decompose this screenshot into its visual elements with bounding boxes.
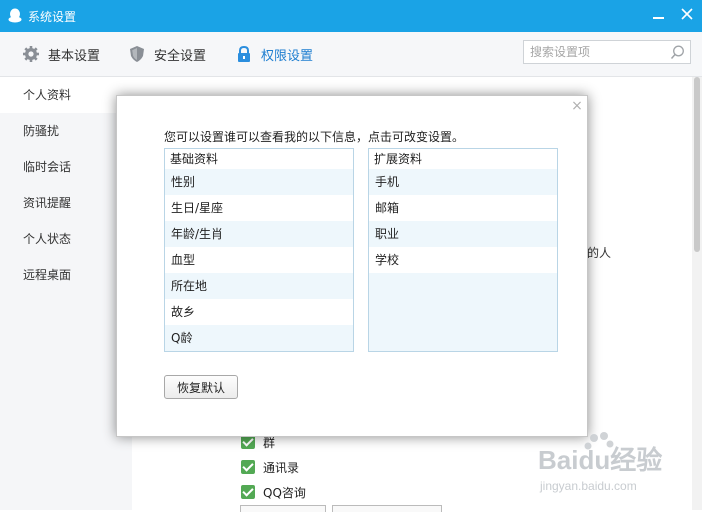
checkbox-checked[interactable] <box>241 485 255 499</box>
sidebar-item-personal-status[interactable]: 个人状态 <box>0 221 132 257</box>
list-item[interactable]: 手机 <box>369 169 557 195</box>
list-header: 扩展资料 <box>369 149 557 169</box>
content-scrollbar[interactable] <box>692 77 702 510</box>
search-icon[interactable] <box>670 45 685 60</box>
lock-icon <box>238 45 250 62</box>
window-title: 系统设置 <box>28 10 77 24</box>
sidebar-item-news-reminder[interactable]: 资讯提醒 <box>0 185 132 221</box>
tab-label: 安全设置 <box>154 48 207 64</box>
checkbox-checked[interactable] <box>241 435 255 449</box>
settings-toolbar: 基本设置 安全设置 权限设置 <box>0 32 702 77</box>
qq-penguin-icon <box>8 8 22 23</box>
title-bar[interactable]: 系统设置 <box>0 0 702 32</box>
basic-info-list: 基础资料 性别 生日/星座 年龄/生肖 血型 所在地 故乡 Q龄 <box>164 148 354 352</box>
close-window-button[interactable] <box>680 7 694 21</box>
tab-label: 权限设置 <box>261 48 314 64</box>
scrollbar-thumb[interactable] <box>694 77 700 252</box>
checkbox-contacts[interactable]: 通讯录 <box>241 458 299 476</box>
settings-sidebar: 个人资料 防骚扰 临时会话 资讯提醒 个人状态 远程桌面 <box>0 77 132 510</box>
sidebar-item-profile[interactable]: 个人资料 <box>0 77 132 113</box>
sidebar-item-remote-desktop[interactable]: 远程桌面 <box>0 257 132 293</box>
list-item[interactable]: 职业 <box>369 221 557 247</box>
list-item[interactable]: 故乡 <box>165 299 353 325</box>
checkbox-label: QQ咨询 <box>263 485 306 500</box>
bottom-button-partial[interactable] <box>240 505 326 512</box>
shield-icon <box>130 46 144 62</box>
list-item[interactable]: 所在地 <box>165 273 353 299</box>
baidu-jingyan-watermark: Baidu经验 jingyan.baidu.com <box>538 432 662 493</box>
list-item[interactable]: 性别 <box>165 169 353 195</box>
bottom-button-partial[interactable] <box>332 505 442 512</box>
restore-default-button[interactable]: 恢复默认 <box>164 375 238 399</box>
search-input[interactable] <box>530 44 666 60</box>
extended-info-list: 扩展资料 手机 邮箱 职业 学校 <box>368 148 558 352</box>
list-item[interactable]: 生日/星座 <box>165 195 353 221</box>
gear-icon <box>23 46 39 62</box>
list-item[interactable]: 血型 <box>165 247 353 273</box>
search-box[interactable] <box>523 40 691 64</box>
checkbox-label: 通讯录 <box>263 460 300 475</box>
close-icon[interactable]: × <box>571 99 583 113</box>
tab-security-settings[interactable]: 安全设置 <box>128 44 206 64</box>
profile-visibility-dialog: × 您可以设置谁可以查看我的以下信息，点击可改变设置。 基础资料 性别 生日/星… <box>116 95 588 437</box>
settings-window: 系统设置 基本设置 安全设置 权限设置 搜索设置项 个人资料 防骚扰 临时会话 … <box>0 0 702 512</box>
sidebar-item-temp-session[interactable]: 临时会话 <box>0 149 132 185</box>
checkbox-qq-consult[interactable]: QQ咨询 <box>241 483 306 501</box>
minimize-button[interactable] <box>652 6 666 24</box>
sidebar-item-anti-harassment[interactable]: 防骚扰 <box>0 113 132 149</box>
list-item[interactable]: 年龄/生肖 <box>165 221 353 247</box>
checkbox-checked[interactable] <box>241 460 255 474</box>
background-partial-text: 的人 <box>587 246 612 260</box>
list-item[interactable]: Q龄 <box>165 325 353 351</box>
tab-basic-settings[interactable]: 基本设置 <box>22 44 100 64</box>
watermark-url: jingyan.baidu.com <box>539 479 637 493</box>
list-header: 基础资料 <box>165 149 353 169</box>
dialog-description: 您可以设置谁可以查看我的以下信息，点击可改变设置。 <box>164 130 465 144</box>
list-item[interactable]: 邮箱 <box>369 195 557 221</box>
watermark-brand: Baidu经验 <box>538 445 662 475</box>
tab-label: 基本设置 <box>48 48 101 64</box>
list-item[interactable]: 学校 <box>369 247 557 273</box>
tab-permission-settings[interactable]: 权限设置 <box>235 44 313 64</box>
